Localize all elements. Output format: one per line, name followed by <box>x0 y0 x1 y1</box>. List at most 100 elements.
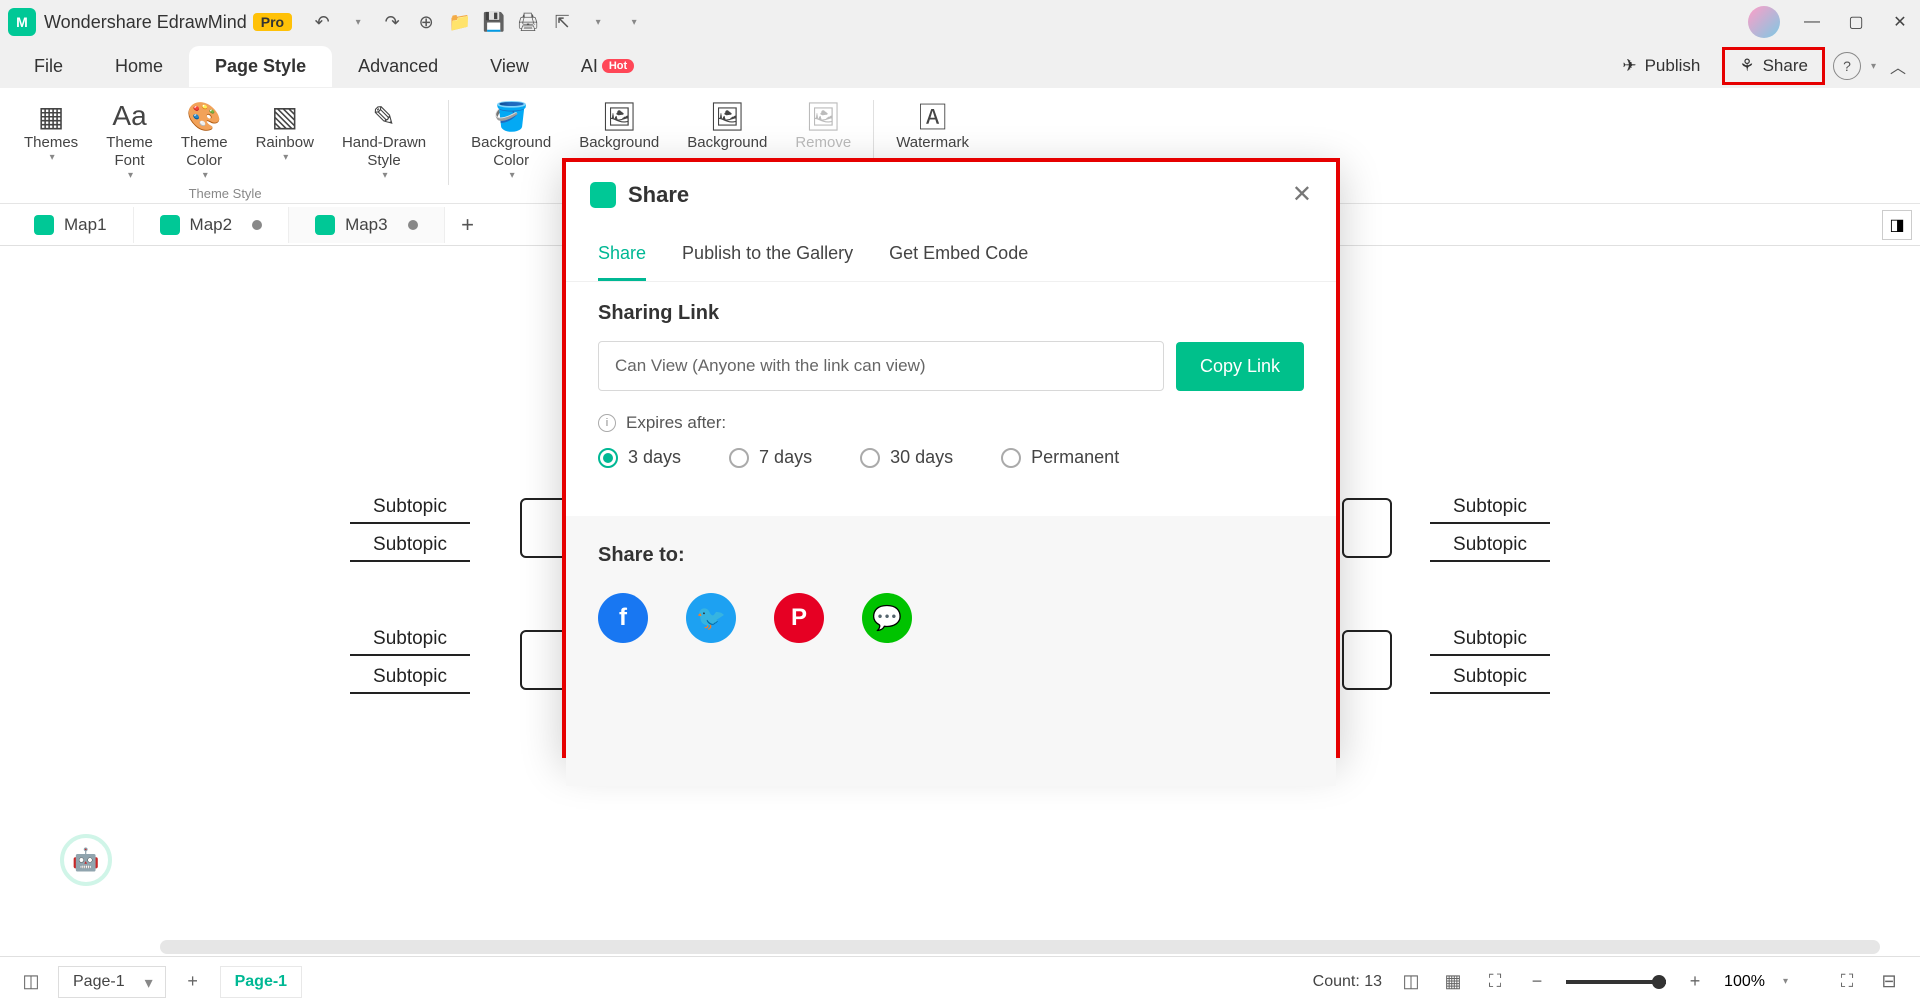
bg-color-button[interactable]: 🪣Background Color▾ <box>463 94 559 186</box>
zoom-in-button[interactable]: + <box>1682 969 1708 995</box>
share-facebook-button[interactable]: f <box>598 593 648 643</box>
image-down-icon: 🖼 <box>710 98 746 134</box>
share-twitter-button[interactable]: 🐦 <box>686 593 736 643</box>
close-window-button[interactable]: ✕ <box>1888 10 1912 34</box>
map-tab-2[interactable]: Map2 <box>134 207 290 243</box>
copy-link-button[interactable]: Copy Link <box>1176 342 1304 391</box>
side-panel-toggle[interactable]: ◨ <box>1882 210 1912 240</box>
map-tab-1[interactable]: Map1 <box>8 207 134 243</box>
zoom-level: 100% <box>1724 973 1765 991</box>
help-dropdown[interactable]: ▾ <box>1871 61 1876 72</box>
subtopic-node[interactable]: Subtopic <box>350 492 470 524</box>
dialog-close-button[interactable]: ✕ <box>1292 180 1312 209</box>
subtopic-node[interactable]: Subtopic <box>350 530 470 562</box>
ribbon-separator <box>448 100 449 185</box>
watermark-icon: 🄰 <box>919 98 947 134</box>
undo-button[interactable]: ↶ <box>310 10 334 34</box>
share-icon: ⚘ <box>1739 56 1754 76</box>
menu-file[interactable]: File <box>8 46 89 87</box>
statusbar: ◫ Page-1 + Page-1 Count: 13 ◫ ▦ ⛶ − + 10… <box>0 956 1920 1006</box>
minimize-button[interactable]: — <box>1800 10 1824 34</box>
maximize-button[interactable]: ▢ <box>1844 10 1868 34</box>
branch-connector <box>1342 630 1392 690</box>
print-button[interactable]: 🖨 <box>516 10 540 34</box>
menubar: File Home Page Style Advanced View AI Ho… <box>0 44 1920 88</box>
radio-icon <box>729 448 749 468</box>
horizontal-scrollbar[interactable] <box>160 940 1880 954</box>
fit-screen-button[interactable]: ⛶ <box>1482 969 1508 995</box>
dialog-tab-gallery[interactable]: Publish to the Gallery <box>682 235 853 281</box>
dialog-tab-share[interactable]: Share <box>598 235 646 281</box>
menu-view[interactable]: View <box>464 46 555 87</box>
dialog-title: Share <box>628 182 689 208</box>
mindmap-right-group-2: Subtopic Subtopic <box>1430 618 1550 700</box>
radio-icon <box>1001 448 1021 468</box>
map-icon <box>315 215 335 235</box>
themes-icon: ▦ <box>38 98 64 134</box>
subtopic-node[interactable]: Subtopic <box>1430 530 1550 562</box>
themes-button[interactable]: ▦Themes▾ <box>16 94 86 186</box>
subtopic-node[interactable]: Subtopic <box>1430 624 1550 656</box>
open-button[interactable]: 📁 <box>448 10 472 34</box>
dialog-tab-embed[interactable]: Get Embed Code <box>889 235 1028 281</box>
theme-font-button[interactable]: AaTheme Font▾ <box>98 94 161 186</box>
branch-connector <box>1342 498 1392 558</box>
export-dropdown[interactable]: ▾ <box>586 10 610 34</box>
theme-color-button[interactable]: 🎨Theme Color▾ <box>173 94 236 186</box>
qat-more[interactable]: ▾ <box>622 10 646 34</box>
user-avatar[interactable] <box>1748 6 1780 38</box>
subtopic-node[interactable]: Subtopic <box>1430 662 1550 694</box>
undo-dropdown[interactable]: ▾ <box>346 10 370 34</box>
menu-home[interactable]: Home <box>89 46 189 87</box>
active-page-tab[interactable]: Page-1 <box>220 966 302 998</box>
zoom-slider[interactable] <box>1566 980 1666 984</box>
mindmap-left-group-2: Subtopic Subtopic <box>350 618 470 700</box>
share-line-button[interactable]: 💬 <box>862 593 912 643</box>
add-map-button[interactable]: + <box>453 210 483 240</box>
expire-option-30days[interactable]: 30 days <box>860 447 953 468</box>
new-button[interactable]: ⊕ <box>414 10 438 34</box>
subtopic-node[interactable]: Subtopic <box>350 662 470 694</box>
add-page-button[interactable]: + <box>180 969 206 995</box>
paper-plane-icon: ✈ <box>1622 56 1636 76</box>
share-button[interactable]: ⚘ Share <box>1722 47 1825 85</box>
menu-advanced[interactable]: Advanced <box>332 46 464 87</box>
page-selector[interactable]: Page-1 <box>58 966 166 998</box>
share-link-input[interactable] <box>598 341 1164 391</box>
help-button[interactable]: ? <box>1833 52 1861 80</box>
theme-color-icon: 🎨 <box>187 98 222 134</box>
publish-button[interactable]: ✈ Publish <box>1608 50 1714 82</box>
outline-panel-button[interactable]: ◫ <box>18 969 44 995</box>
zoom-thumb[interactable] <box>1652 975 1666 989</box>
view-mode-1[interactable]: ◫ <box>1398 969 1424 995</box>
map-tab-3[interactable]: Map3 <box>289 207 445 243</box>
zoom-out-button[interactable]: − <box>1524 969 1550 995</box>
expire-option-permanent[interactable]: Permanent <box>1001 447 1119 468</box>
expire-option-7days[interactable]: 7 days <box>729 447 812 468</box>
fullscreen-button[interactable]: ⛶ <box>1834 969 1860 995</box>
minimize-panel-button[interactable]: ⊟ <box>1876 969 1902 995</box>
font-icon: Aa <box>112 98 146 134</box>
ai-assistant-button[interactable]: 🤖 <box>60 834 112 886</box>
collapse-ribbon-button[interactable]: ︿ <box>1884 52 1912 80</box>
menu-ai[interactable]: AI Hot <box>555 46 660 87</box>
expire-option-3days[interactable]: 3 days <box>598 447 681 468</box>
pen-icon: ✎ <box>372 98 395 134</box>
menu-page-style[interactable]: Page Style <box>189 46 332 87</box>
rainbow-button[interactable]: ▧Rainbow▾ <box>248 94 322 186</box>
image-icon: 🖼 <box>601 98 637 134</box>
subtopic-node[interactable]: Subtopic <box>1430 492 1550 524</box>
mindmap-left-group-1: Subtopic Subtopic <box>350 486 470 568</box>
share-pinterest-button[interactable]: P <box>774 593 824 643</box>
hand-drawn-button[interactable]: ✎Hand-Drawn Style▾ <box>334 94 434 186</box>
app-name: Wondershare EdrawMind <box>44 12 247 33</box>
dialog-share-to-section: Share to: f 🐦 P 💬 <box>566 516 1336 786</box>
subtopic-node[interactable]: Subtopic <box>350 624 470 656</box>
save-button[interactable]: 💾 <box>482 10 506 34</box>
redo-button[interactable]: ↷ <box>380 10 404 34</box>
sharing-link-heading: Sharing Link <box>598 302 1304 325</box>
export-button[interactable]: ⇱ <box>550 10 574 34</box>
view-mode-2[interactable]: ▦ <box>1440 969 1466 995</box>
zoom-dropdown[interactable]: ▾ <box>1783 976 1788 987</box>
titlebar: M Wondershare EdrawMind Pro ↶ ▾ ↷ ⊕ 📁 💾 … <box>0 0 1920 44</box>
